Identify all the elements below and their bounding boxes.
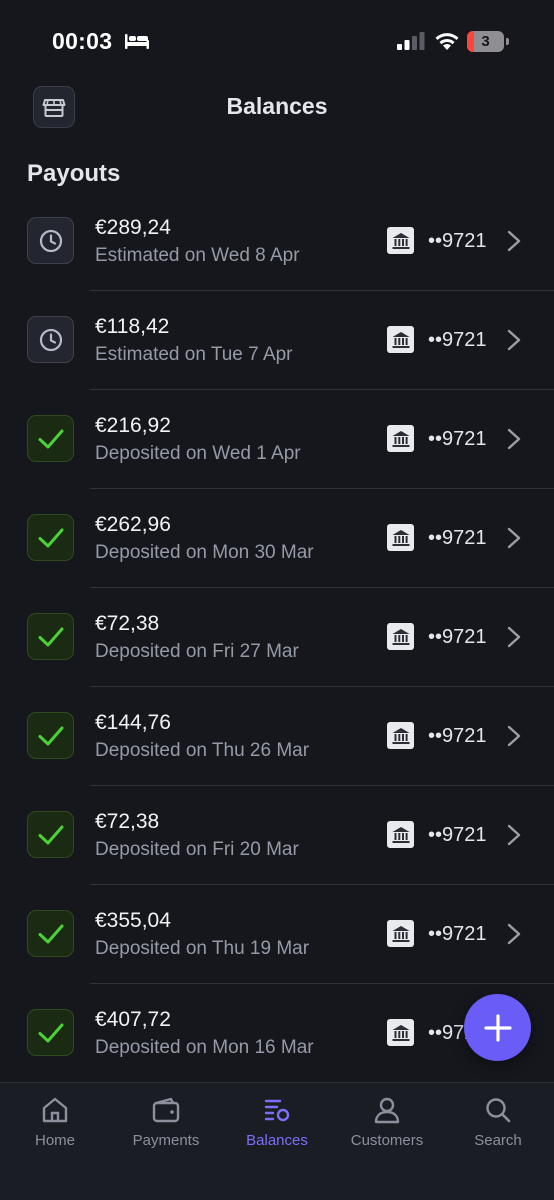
payout-row[interactable]: €216,92 Deposited on Wed 1 Apr ••9721 <box>0 390 554 489</box>
person-icon <box>374 1097 400 1124</box>
battery-label: 3 <box>481 33 490 50</box>
bank-icon <box>387 326 414 353</box>
payout-row[interactable]: €72,38 Deposited on Fri 20 Mar ••9721 <box>0 786 554 885</box>
payout-amount: €262,96 <box>95 513 171 536</box>
bank-account-number: ••9721 <box>428 428 487 450</box>
section-title-payouts: Payouts <box>27 160 121 187</box>
bank-icon <box>387 425 414 452</box>
status-deposited <box>27 712 74 759</box>
status-deposited <box>27 811 74 858</box>
checkmark-icon <box>38 627 63 646</box>
tab-label: Balances <box>246 1132 308 1149</box>
payout-amount: €72,38 <box>95 810 160 833</box>
payout-amount: €216,92 <box>95 414 171 437</box>
clock-icon <box>39 328 62 351</box>
payout-row[interactable]: €289,24 Estimated on Wed 8 Apr ••9721 <box>0 192 554 291</box>
checkmark-icon <box>38 429 63 448</box>
search-icon <box>486 1098 511 1123</box>
tab-label: Payments <box>132 1132 200 1149</box>
bank-account-number: ••9721 <box>428 527 487 549</box>
status-deposited <box>27 514 74 561</box>
chevron-right-icon <box>507 923 521 945</box>
tab-label: Home <box>34 1132 75 1149</box>
payout-row[interactable]: €262,96 Deposited on Mon 30 Mar ••9721 <box>0 489 554 588</box>
clock-icon <box>39 229 62 252</box>
status-bar: 00:03 3 <box>0 0 554 80</box>
chevron-right-icon <box>507 527 521 549</box>
bank-icon <box>387 524 414 551</box>
tab-payments[interactable]: Payments <box>111 1095 221 1155</box>
status-deposited <box>27 910 74 957</box>
payout-date: Estimated on Tue 7 Apr <box>95 344 293 365</box>
tab-home[interactable]: Home <box>0 1095 110 1155</box>
bank-icon <box>387 1019 414 1046</box>
cellular-signal-icon <box>397 32 425 50</box>
payout-amount: €144,76 <box>95 711 171 734</box>
bed-icon <box>125 34 149 49</box>
payout-date: Deposited on Mon 30 Mar <box>95 542 314 563</box>
bank-account-number: ••9721 <box>428 923 487 945</box>
page-title: Balances <box>226 93 328 119</box>
chevron-right-icon <box>507 824 521 846</box>
payout-list: €289,24 Estimated on Wed 8 Apr ••9721 €1… <box>0 192 554 1083</box>
chevron-right-icon <box>507 329 521 351</box>
bank-account-number: ••9721 <box>428 824 487 846</box>
bank-account-number: ••9721 <box>428 725 487 747</box>
payout-date: Deposited on Mon 16 Mar <box>95 1037 314 1058</box>
bank-icon <box>387 722 414 749</box>
status-deposited <box>27 613 74 660</box>
chevron-right-icon <box>507 428 521 450</box>
payout-date: Deposited on Thu 26 Mar <box>95 740 310 761</box>
status-time: 00:03 <box>52 28 113 54</box>
payout-row[interactable]: €144,76 Deposited on Thu 26 Mar ••9721 <box>0 687 554 786</box>
checkmark-icon <box>38 1023 63 1042</box>
tab-label: Search <box>474 1132 522 1149</box>
status-deposited <box>27 1009 74 1056</box>
home-icon <box>42 1097 68 1123</box>
bank-icon <box>387 227 414 254</box>
wallet-icon <box>152 1097 180 1123</box>
bank-icon <box>387 821 414 848</box>
tab-balances[interactable]: Balances <box>222 1095 332 1155</box>
payout-date: Deposited on Wed 1 Apr <box>95 443 301 464</box>
chevron-right-icon <box>507 230 521 252</box>
payout-amount: €355,04 <box>95 909 171 932</box>
payout-row[interactable]: €355,04 Deposited on Thu 19 Mar ••9721 <box>0 885 554 984</box>
chevron-right-icon <box>507 725 521 747</box>
tab-label: Customers <box>350 1132 424 1149</box>
app-header: Balances <box>0 84 554 130</box>
checkmark-icon <box>38 825 63 844</box>
checkmark-icon <box>38 726 63 745</box>
payout-row[interactable]: €72,38 Deposited on Fri 27 Mar ••9721 <box>0 588 554 687</box>
payout-date: Deposited on Fri 20 Mar <box>95 839 299 860</box>
tab-customers[interactable]: Customers <box>332 1095 442 1155</box>
payout-date: Deposited on Fri 27 Mar <box>95 641 299 662</box>
payout-amount: €118,42 <box>95 315 170 338</box>
checkmark-icon <box>38 924 63 943</box>
balances-icon <box>264 1099 290 1122</box>
payout-amount: €289,24 <box>95 216 171 239</box>
payout-date: Deposited on Thu 19 Mar <box>95 938 310 959</box>
bank-icon <box>387 623 414 650</box>
payout-amount: €407,72 <box>95 1008 171 1031</box>
checkmark-icon <box>38 528 63 547</box>
payout-row[interactable]: €118,42 Estimated on Tue 7 Apr ••9721 <box>0 291 554 390</box>
bank-icon <box>387 920 414 947</box>
bank-account-number: ••9721 <box>428 230 487 252</box>
status-pending <box>27 217 74 264</box>
payout-date: Estimated on Wed 8 Apr <box>95 245 300 266</box>
status-pending <box>27 316 74 363</box>
status-deposited <box>27 415 74 462</box>
add-button[interactable] <box>464 994 531 1061</box>
tab-search[interactable]: Search <box>443 1095 553 1155</box>
tab-bar: Home Payments Balances Customers Search <box>0 1082 554 1200</box>
battery-cap <box>506 38 509 45</box>
battery-indicator: 3 <box>467 31 509 52</box>
bank-account-number: ••9721 <box>428 329 487 351</box>
chevron-right-icon <box>507 626 521 648</box>
payout-amount: €72,38 <box>95 612 160 635</box>
wifi-icon <box>435 33 459 50</box>
bank-account-number: ••9721 <box>428 626 487 648</box>
plus-icon <box>483 1013 512 1042</box>
